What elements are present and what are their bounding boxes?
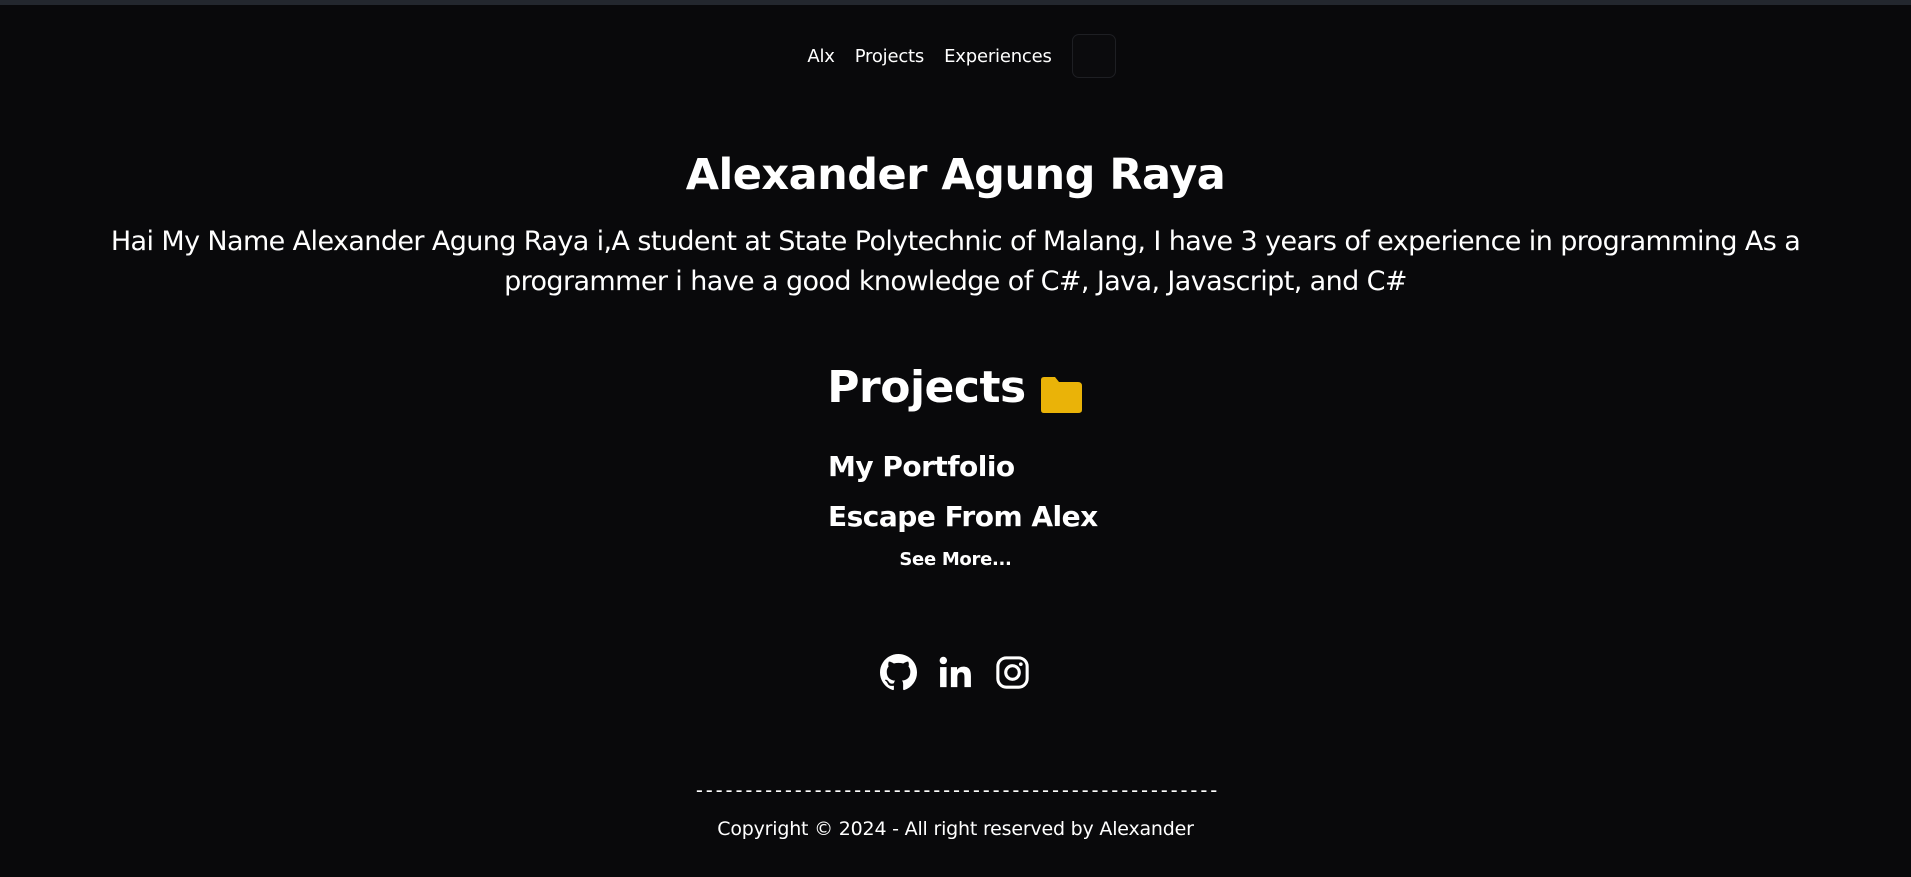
projects-heading-label: Projects [827,362,1026,413]
page-title: Alexander Agung Raya [685,150,1226,200]
top-border [0,0,1911,5]
see-more-link[interactable]: See More... [0,549,1911,570]
project-item-my-portfolio[interactable]: My Portfolio [828,446,1098,496]
theme-toggle-button[interactable] [1071,34,1116,78]
project-list: My Portfolio Escape From Alex [828,446,1098,546]
project-item-escape-from-alex[interactable]: Escape From Alex [828,496,1098,546]
social-links [0,654,1911,691]
nav-link-experiences[interactable]: Experiences [944,46,1052,67]
intro-paragraph: Hai My Name Alexander Agung Raya i,A stu… [110,226,1801,297]
linkedin-icon[interactable] [937,654,974,691]
github-icon[interactable] [880,654,917,691]
folder-icon [1038,374,1084,413]
footer-divider: ----------------------------------------… [693,778,1219,802]
projects-heading: Projects [0,362,1911,413]
top-navigation: Alx Projects Experiences [0,34,1911,78]
instagram-icon[interactable] [994,654,1031,691]
nav-link-projects[interactable]: Projects [855,46,925,67]
nav-link-alx[interactable]: Alx [807,46,835,67]
copyright-text: Copyright © 2024 - All right reserved by… [717,818,1194,840]
